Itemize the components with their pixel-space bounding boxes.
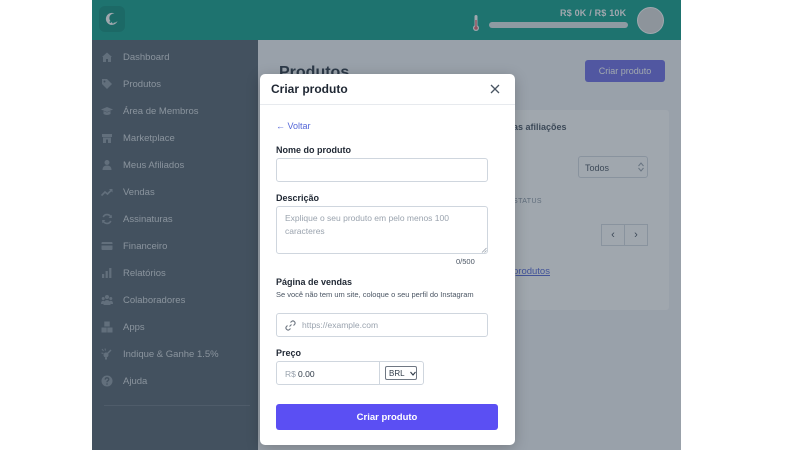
create-product-modal: Criar produto ← Voltar Nome do produto D… xyxy=(260,74,515,445)
description-label: Descrição xyxy=(276,193,320,203)
currency-value: BRL xyxy=(389,368,405,378)
chevron-down-icon xyxy=(410,371,416,376)
price-input[interactable]: R$ 0.00 xyxy=(276,361,380,385)
sales-page-field xyxy=(276,313,488,337)
close-button[interactable] xyxy=(488,82,502,96)
modal-title: Criar produto xyxy=(271,82,348,96)
currency-prefix: R$ xyxy=(285,369,296,379)
price-label: Preço xyxy=(276,348,302,358)
submit-create-product-button[interactable]: Criar produto xyxy=(276,404,498,430)
modal-header-divider xyxy=(260,104,515,105)
description-char-counter: 0/500 xyxy=(456,257,475,266)
link-icon xyxy=(285,320,296,331)
close-icon xyxy=(490,84,500,94)
sales-page-hint: Se você não tem um site, coloque o seu p… xyxy=(276,290,474,299)
product-name-input[interactable] xyxy=(276,158,488,182)
currency-field: BRL xyxy=(379,361,424,385)
description-textarea[interactable] xyxy=(276,206,488,254)
price-value: 0.00 xyxy=(298,369,315,379)
back-link[interactable]: ← Voltar xyxy=(276,121,311,131)
sales-page-input[interactable] xyxy=(302,314,487,336)
product-name-label: Nome do produto xyxy=(276,145,351,155)
resize-handle-icon[interactable] xyxy=(481,247,487,253)
sales-page-label: Página de vendas xyxy=(276,277,353,287)
currency-select[interactable]: BRL xyxy=(385,366,417,380)
